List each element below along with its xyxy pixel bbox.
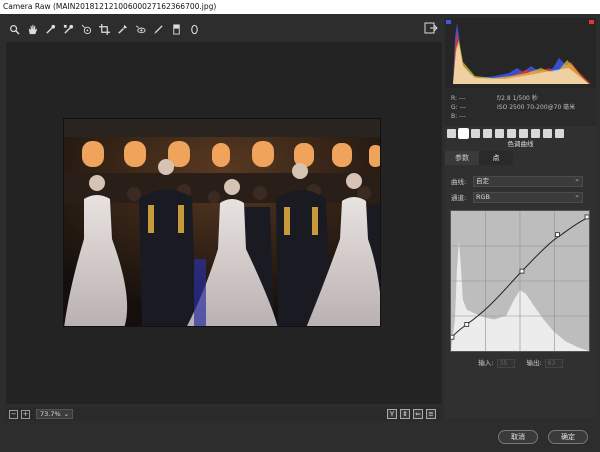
input-label: 输入: xyxy=(478,358,494,367)
chevron-down-icon: ⌄ xyxy=(63,409,70,418)
channel-label: 通道: xyxy=(451,194,467,202)
zoom-in-button[interactable]: + xyxy=(21,409,30,419)
lens-tab-icon[interactable] xyxy=(507,128,516,138)
rgb-b-readout: B: --- xyxy=(451,113,466,120)
right-panel: R: --- G: --- B: --- f/2.8 1/500 秒 ISO 2… xyxy=(445,18,596,418)
camera-info: R: --- G: --- B: --- f/2.8 1/500 秒 ISO 2… xyxy=(445,88,596,126)
hsl-tab-icon[interactable] xyxy=(483,128,492,138)
preview-photo xyxy=(63,118,381,327)
zoom-level: 73.7% xyxy=(40,409,61,418)
output-field[interactable]: 63 xyxy=(544,358,563,368)
basic-tab-icon[interactable] xyxy=(447,128,456,138)
window-title: Camera Raw (MAIN201812121006000271623667… xyxy=(0,0,600,14)
curve-subtabs: 参数 点 xyxy=(445,151,596,165)
tone-curve-tab-icon[interactable] xyxy=(458,127,469,139)
detail-tab-icon[interactable] xyxy=(471,128,480,138)
radial-filter-icon[interactable] xyxy=(188,23,200,35)
input-output-readout: 输入: 35 输出: 63 xyxy=(445,357,596,368)
iso-lens: ISO 2500 70-200@70 毫米 xyxy=(497,104,576,111)
input-field[interactable]: 35 xyxy=(496,358,515,368)
preview-canvas[interactable] xyxy=(6,42,442,404)
tab-point[interactable]: 点 xyxy=(479,151,513,165)
effects-tab-icon[interactable] xyxy=(519,128,528,138)
channel-select[interactable]: RGB xyxy=(473,191,583,203)
rgb-g-readout: G: --- xyxy=(451,104,467,111)
zoom-icon[interactable] xyxy=(8,23,20,35)
spot-removal-icon[interactable] xyxy=(116,23,128,35)
presets-tab-icon[interactable] xyxy=(543,128,552,138)
tab-parametric[interactable]: 参数 xyxy=(445,151,479,165)
camera-calibration-tab-icon[interactable] xyxy=(531,128,540,138)
color-sampler-icon[interactable] xyxy=(62,23,74,35)
white-balance-icon[interactable] xyxy=(44,23,56,35)
histogram xyxy=(445,18,596,88)
red-eye-icon[interactable] xyxy=(134,23,146,35)
tone-curve-editor[interactable] xyxy=(449,210,590,352)
copy-settings-icon[interactable]: ⇐ xyxy=(413,409,423,419)
toolbar xyxy=(4,18,442,40)
swap-settings-icon[interactable]: ⇕ xyxy=(400,409,410,419)
aperture-shutter: f/2.8 1/500 秒 xyxy=(497,95,538,102)
before-after-icon[interactable]: Y xyxy=(387,409,397,419)
panel-title: 色调曲线 xyxy=(507,140,534,148)
curve-preset-row: 曲线: 自定 xyxy=(451,175,591,187)
camera-raw-window: − + 73.7% ⌄ Y ⇕ ⇐ ≡ R: --- G: --- B: ---… xyxy=(0,14,600,452)
channel-row: 通道: RGB xyxy=(451,191,591,203)
zoom-out-button[interactable]: − xyxy=(9,409,18,419)
rgb-r-readout: R: --- xyxy=(451,95,466,102)
status-bar: − + 73.7% ⌄ Y ⇕ ⇐ ≡ xyxy=(6,407,442,421)
graduated-filter-icon[interactable] xyxy=(170,23,182,35)
zoom-level-select[interactable]: 73.7% ⌄ xyxy=(36,409,74,419)
preview-menu-icon[interactable]: ≡ xyxy=(426,409,436,419)
view-controls: Y ⇕ ⇐ ≡ xyxy=(387,409,436,419)
adjustment-brush-icon[interactable] xyxy=(152,23,164,35)
ok-button[interactable]: 确定 xyxy=(548,430,588,444)
output-label: 输出: xyxy=(526,358,542,367)
open-preferences-icon[interactable] xyxy=(424,22,438,34)
split-toning-tab-icon[interactable] xyxy=(495,128,504,138)
crop-icon[interactable] xyxy=(98,23,110,35)
curve-label: 曲线: xyxy=(451,178,467,186)
hand-icon[interactable] xyxy=(26,23,38,35)
panel-tabs xyxy=(445,127,596,139)
snapshots-tab-icon[interactable] xyxy=(555,128,564,138)
curve-preset-select[interactable]: 自定 xyxy=(473,175,583,187)
cancel-button[interactable]: 取消 xyxy=(498,430,538,444)
targeted-adjust-icon[interactable] xyxy=(80,23,92,35)
